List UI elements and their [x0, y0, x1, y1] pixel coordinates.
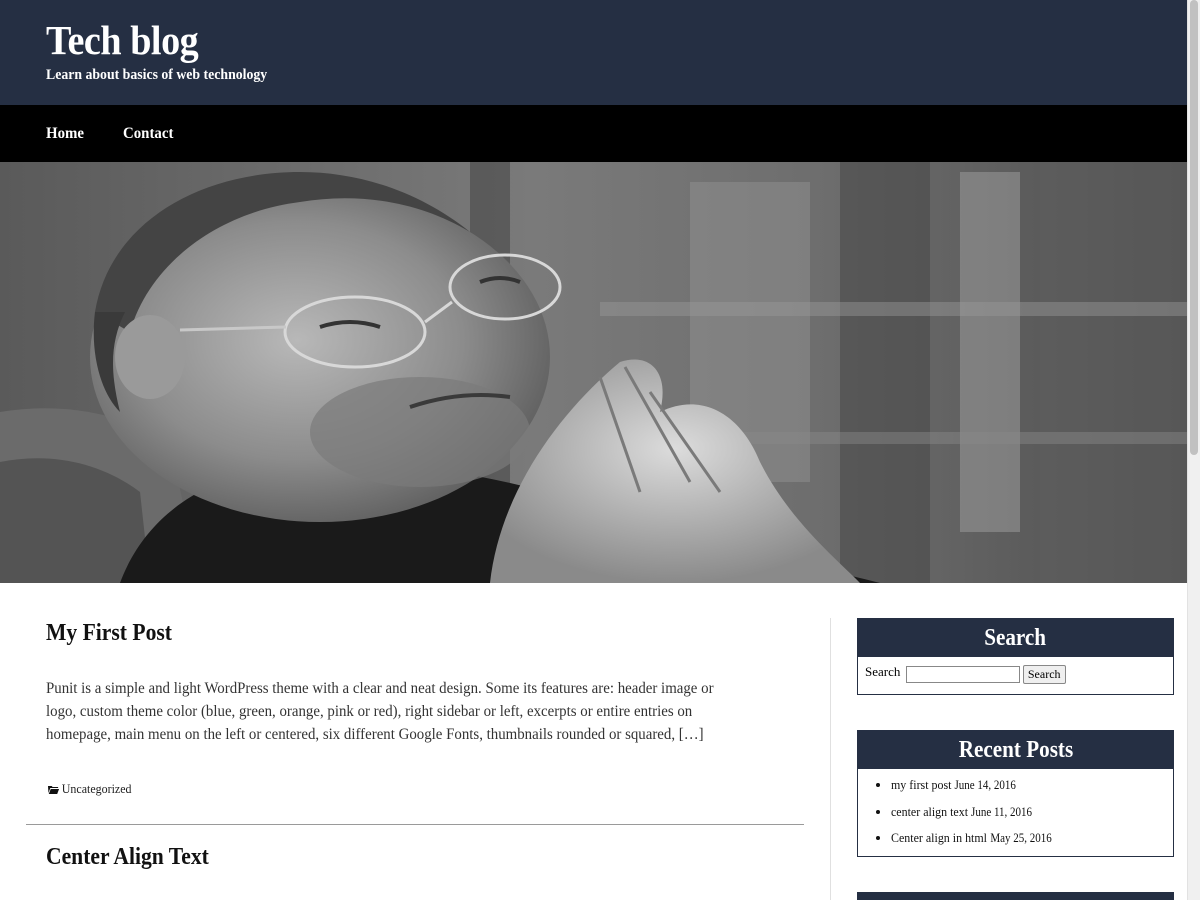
- folder-icon: [48, 786, 60, 794]
- post-category-link[interactable]: Uncategorized: [62, 781, 132, 796]
- next-widget-header: [857, 892, 1174, 900]
- site-header: Tech blog Learn about basics of web tech…: [0, 0, 1187, 105]
- post-title-wrapper: Center Align Text: [46, 844, 227, 871]
- post-divider: [26, 824, 804, 825]
- widget-title-text: Recent Posts: [958, 737, 1073, 763]
- page-scrollbar[interactable]: [1187, 0, 1200, 900]
- page: Tech blog Learn about basics of web tech…: [0, 0, 1187, 900]
- main-nav: Home Contact: [0, 105, 1187, 162]
- widget-title: Search: [858, 619, 1173, 657]
- post-meta: Uncategorized: [48, 781, 132, 797]
- widget-title-text: Search: [984, 625, 1047, 651]
- recent-post-link[interactable]: center align text: [891, 804, 968, 819]
- recent-post-date: May 25, 2016: [989, 830, 1052, 845]
- header-image: [0, 162, 1187, 583]
- search-label: Search: [865, 664, 901, 680]
- search-input[interactable]: [905, 666, 1020, 683]
- post-title-wrapper: My First Post: [46, 620, 186, 647]
- scrollbar-thumb[interactable]: [1190, 0, 1198, 455]
- sidebar-divider: [830, 618, 831, 900]
- post-excerpt: Punit is a simple and light WordPress th…: [46, 680, 714, 744]
- list-item: center align text June 11, 2016: [891, 804, 1173, 831]
- search-widget: Search Search Search: [857, 618, 1174, 695]
- recent-post-date: June 14, 2016: [954, 777, 1016, 792]
- site-title[interactable]: Tech blog: [46, 16, 199, 64]
- recent-post-date: June 11, 2016: [971, 803, 1033, 819]
- post-title[interactable]: My First Post: [46, 620, 172, 647]
- nav-item-home[interactable]: Home: [46, 125, 84, 143]
- search-form: Search Search: [858, 657, 1173, 693]
- search-button[interactable]: Search: [1022, 665, 1066, 684]
- recent-posts-widget: Recent Posts my first post June 14, 2016…: [857, 730, 1174, 857]
- list-item: my first post June 14, 2016: [891, 777, 1173, 804]
- widget-title: Recent Posts: [858, 731, 1173, 769]
- nav-item-contact[interactable]: Contact: [123, 125, 173, 143]
- list-item: Center align in html May 25, 2016: [891, 830, 1173, 857]
- photo-of-man-with-glasses: [0, 162, 1187, 583]
- recent-post-link[interactable]: Center align in html: [891, 830, 987, 845]
- recent-post-link[interactable]: my first post: [891, 777, 951, 792]
- post-title[interactable]: Center Align Text: [46, 844, 209, 871]
- site-tagline: Learn about basics of web technology: [46, 67, 268, 83]
- recent-posts-list: my first post June 14, 2016 center align…: [858, 769, 1173, 861]
